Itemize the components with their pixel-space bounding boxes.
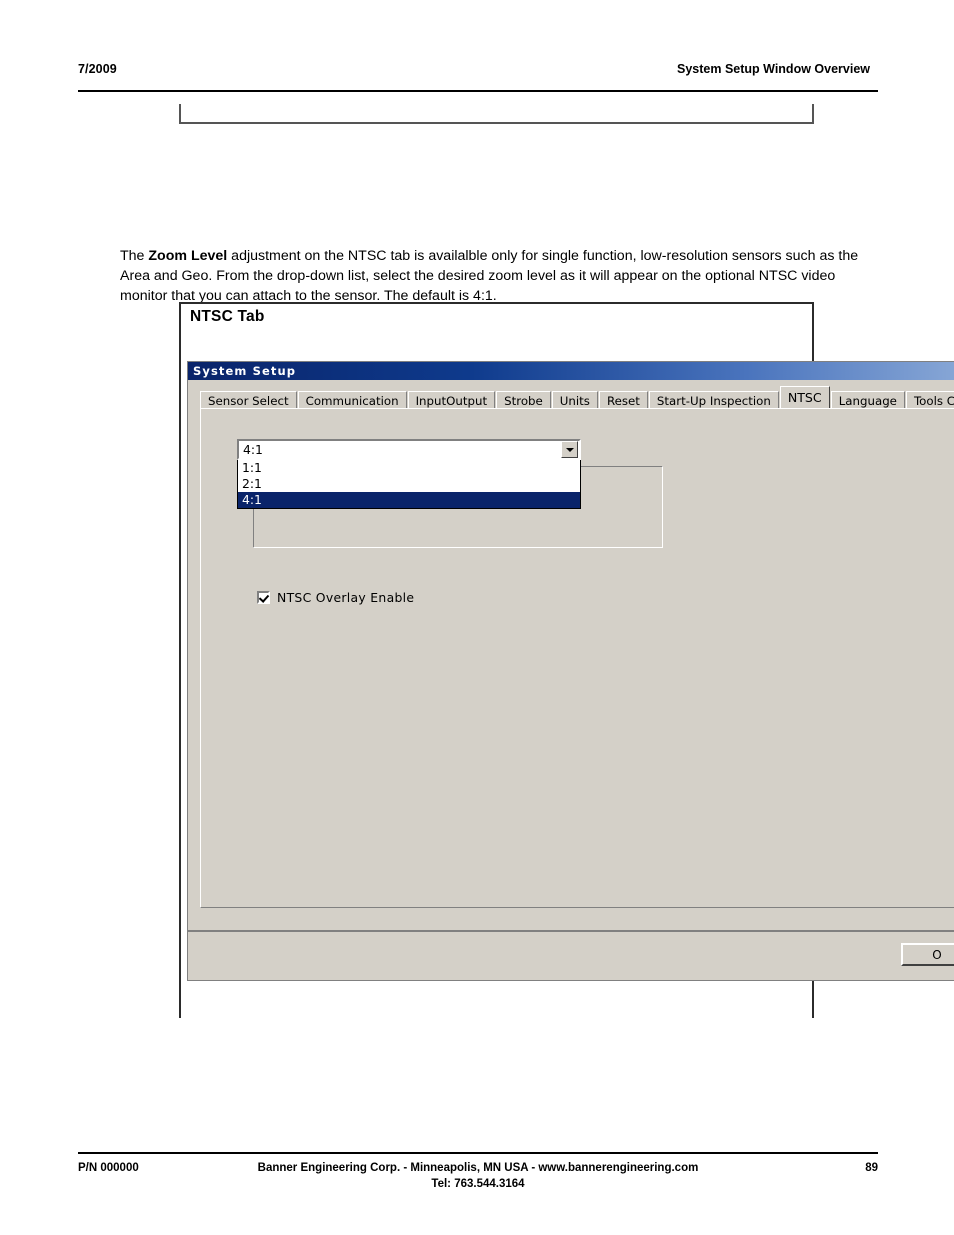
tab-communication[interactable]: Communication	[297, 391, 407, 408]
ntsc-overlay-enable-row[interactable]: NTSC Overlay Enable	[257, 590, 414, 605]
paragraph-text-rest: adjustment on the NTSC tab is availalble…	[120, 248, 859, 305]
tab-ntsc[interactable]: NTSC	[779, 386, 830, 408]
header-date: 7/2009	[78, 62, 117, 76]
combobox-option-2-1[interactable]: 2:1	[238, 476, 580, 492]
ok-button[interactable]: O	[901, 943, 954, 966]
footer-tel-line: Tel: 763.544.3164	[431, 1178, 525, 1190]
paragraph-bold-term: Zoom Level	[148, 248, 228, 265]
combobox-option-4-1[interactable]: 4:1	[238, 492, 580, 508]
paragraph-text-lead: The	[120, 248, 149, 265]
footer-part-number: P/N 000000	[78, 1162, 139, 1174]
dialog-title-text: System Setup	[193, 364, 297, 378]
footer-page-number: 89	[865, 1162, 878, 1174]
page-header: 7/2009 System Setup Window Overview	[78, 62, 878, 92]
tab-tools-configuration[interactable]: Tools Configurat	[905, 391, 954, 408]
combobox-selected-value: 4:1	[243, 442, 263, 457]
ntsc-tab-page: Zoom Level 4:1 1:1 2:1 4:1 NTSC Overlay …	[200, 408, 954, 908]
body-paragraph: The Zoom Level adjustment on the NTSC ta…	[120, 246, 860, 306]
ntsc-overlay-enable-label: NTSC Overlay Enable	[277, 590, 415, 605]
combobox-dropdown-list[interactable]: 1:1 2:1 4:1	[237, 460, 581, 509]
previous-figure-box-bottom	[179, 104, 814, 124]
tab-language[interactable]: Language	[830, 391, 905, 408]
header-section-title: System Setup Window Overview	[677, 62, 870, 76]
chevron-down-icon[interactable]	[561, 441, 578, 458]
combobox-field[interactable]: 4:1	[237, 439, 581, 460]
footer-company-line: Banner Engineering Corp. - Minneapolis, …	[257, 1162, 699, 1174]
page-footer: P/N 000000 Banner Engineering Corp. - Mi…	[78, 1152, 878, 1192]
footer-company-block: Banner Engineering Corp. - Minneapolis, …	[78, 1160, 878, 1192]
dialog-titlebar[interactable]: System Setup	[188, 362, 954, 380]
system-setup-dialog: System Setup Sensor Select Communication…	[187, 361, 954, 981]
tab-strip: Sensor Select Communication InputOutput …	[200, 384, 954, 408]
dialog-footer: O	[188, 930, 954, 980]
tab-sensor-select[interactable]: Sensor Select	[200, 391, 297, 408]
tab-units[interactable]: Units	[551, 391, 598, 408]
footer-separator	[188, 930, 954, 932]
checkmark-icon[interactable]	[257, 591, 270, 604]
tab-reset[interactable]: Reset	[598, 391, 648, 408]
tab-input-output[interactable]: InputOutput	[407, 391, 496, 408]
tab-start-up-inspection[interactable]: Start-Up Inspection	[648, 391, 779, 408]
figure-caption: NTSC Tab	[190, 308, 265, 325]
zoom-level-combobox[interactable]: 4:1 1:1 2:1 4:1	[237, 439, 581, 509]
tab-strobe[interactable]: Strobe	[496, 391, 551, 408]
combobox-option-1-1[interactable]: 1:1	[238, 460, 580, 476]
